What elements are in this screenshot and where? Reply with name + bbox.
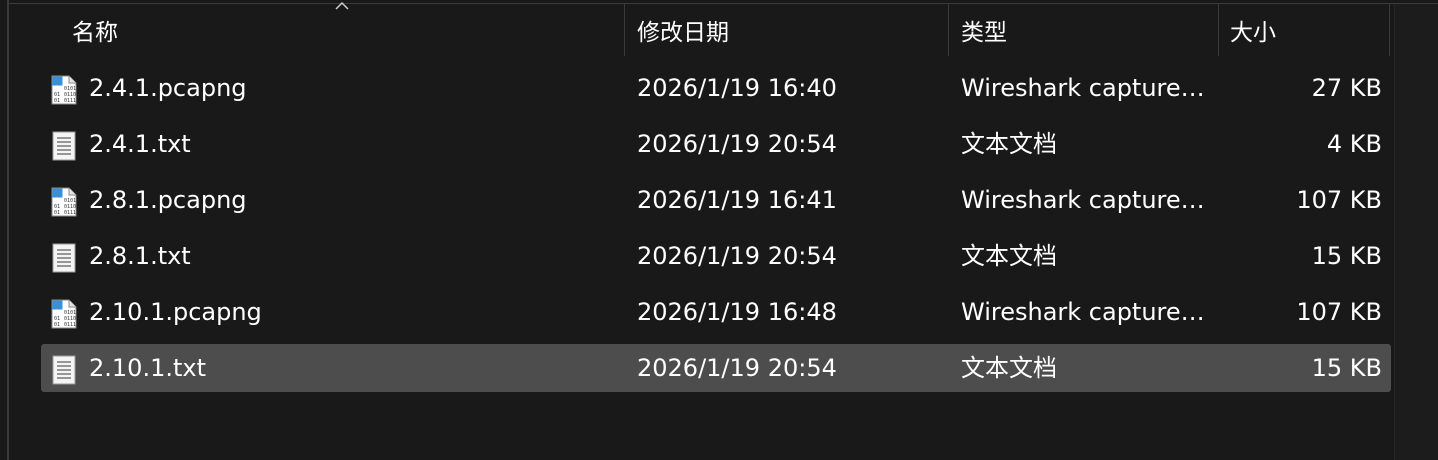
- file-size: 27 KB: [1311, 74, 1382, 102]
- file-name: 2.4.1.txt: [89, 130, 191, 158]
- column-divider[interactable]: [1218, 4, 1219, 56]
- file-type: 文本文档: [961, 130, 1057, 158]
- text-file-icon: [51, 131, 77, 161]
- text-file-icon: [51, 243, 77, 273]
- file-size: 107 KB: [1296, 298, 1382, 326]
- pcapng-file-icon: 0101 0110 0111 01 01: [51, 75, 77, 105]
- column-divider[interactable]: [948, 4, 949, 56]
- svg-text:0111: 0111: [64, 98, 76, 104]
- svg-text:01: 01: [54, 210, 60, 216]
- file-type: Wireshark capture f...: [961, 298, 1206, 326]
- svg-text:0111: 0111: [64, 210, 76, 216]
- file-name: 2.4.1.pcapng: [89, 74, 247, 102]
- text-file-icon: [51, 355, 77, 385]
- file-name: 2.8.1.txt: [89, 242, 191, 270]
- column-header-size[interactable]: 大小: [1230, 4, 1390, 56]
- svg-text:0111: 0111: [64, 322, 76, 328]
- file-type: 文本文档: [961, 354, 1057, 382]
- file-size: 15 KB: [1311, 242, 1382, 270]
- pcapng-file-icon: 0101 0110 0111 01 01: [51, 187, 77, 217]
- file-name: 2.10.1.txt: [89, 354, 206, 382]
- file-date-modified: 2026/1/19 20:54: [637, 354, 837, 382]
- file-date-modified: 2026/1/19 16:48: [637, 298, 837, 326]
- column-divider[interactable]: [1389, 4, 1390, 56]
- file-row[interactable]: 0101 0110 0111 01 01 2.8.1.pcapng 2026/1/…: [41, 176, 1391, 224]
- file-size: 4 KB: [1326, 130, 1382, 158]
- file-date-modified: 2026/1/19 20:54: [637, 242, 837, 270]
- file-type: Wireshark capture f...: [961, 74, 1206, 102]
- file-date-modified: 2026/1/19 16:40: [637, 74, 837, 102]
- column-header: 名称 修改日期 类型 大小: [9, 4, 1393, 56]
- file-row[interactable]: 2.8.1.txt 2026/1/19 20:54 文本文档 15 KB: [41, 232, 1391, 280]
- vertical-scrollbar[interactable]: [1394, 4, 1438, 460]
- file-date-modified: 2026/1/19 16:41: [637, 186, 837, 214]
- file-row[interactable]: 0101 0110 0111 01 01 2.10.1.pcapng 2026/1…: [41, 288, 1391, 336]
- column-divider[interactable]: [624, 4, 625, 56]
- file-size: 107 KB: [1296, 186, 1382, 214]
- file-list: 0101 0110 0111 01 01 2.4.1.pcapng 2026/1/…: [41, 64, 1391, 400]
- file-type: Wireshark capture f...: [961, 186, 1206, 214]
- column-header-name[interactable]: 名称: [72, 4, 612, 56]
- file-name: 2.8.1.pcapng: [89, 186, 247, 214]
- file-row[interactable]: 2.10.1.txt 2026/1/19 20:54 文本文档 15 KB: [41, 344, 1391, 392]
- left-border: [7, 0, 9, 460]
- pcapng-file-icon: 0101 0110 0111 01 01: [51, 299, 77, 329]
- svg-text:01: 01: [54, 322, 60, 328]
- file-date-modified: 2026/1/19 20:54: [637, 130, 837, 158]
- column-header-date-modified[interactable]: 修改日期: [637, 4, 937, 56]
- column-header-type[interactable]: 类型: [961, 4, 1211, 56]
- file-size: 15 KB: [1311, 354, 1382, 382]
- file-type: 文本文档: [961, 242, 1057, 270]
- file-explorer-details-view: 名称 修改日期 类型 大小 0101 0110 0111 01 01 2.4.1…: [0, 0, 1438, 460]
- file-row[interactable]: 2.4.1.txt 2026/1/19 20:54 文本文档 4 KB: [41, 120, 1391, 168]
- file-name: 2.10.1.pcapng: [89, 298, 262, 326]
- file-row[interactable]: 0101 0110 0111 01 01 2.4.1.pcapng 2026/1/…: [41, 64, 1391, 112]
- svg-text:01: 01: [54, 98, 60, 104]
